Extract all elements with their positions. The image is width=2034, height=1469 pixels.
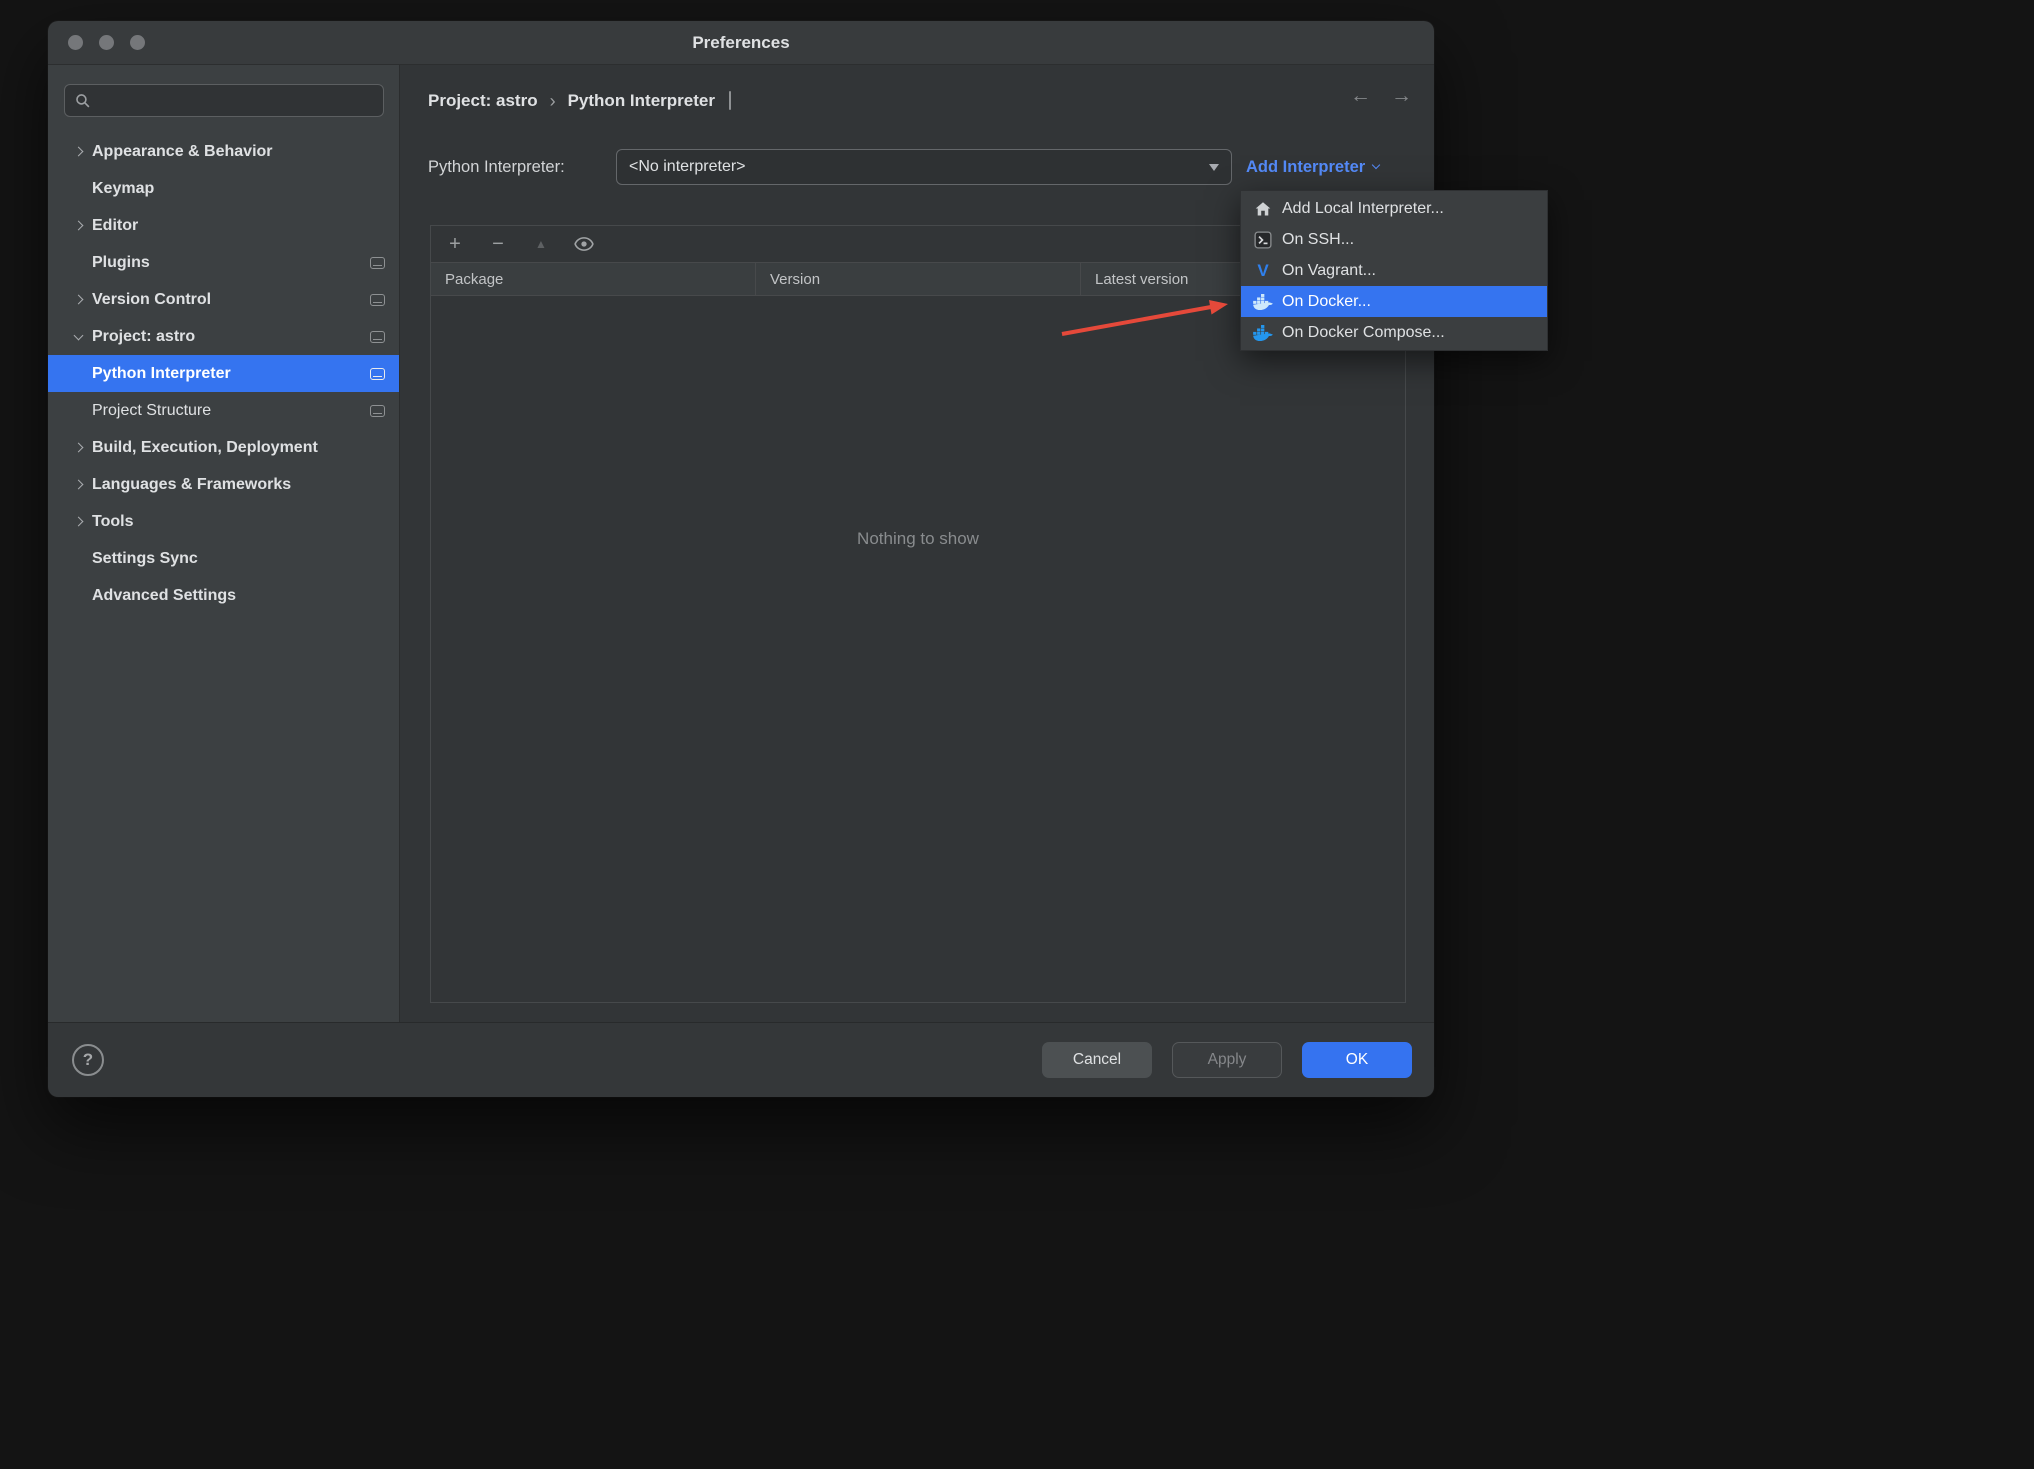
chevron-right-icon[interactable] xyxy=(70,220,86,231)
sidebar-item-version-control[interactable]: Version Control xyxy=(48,281,399,318)
show-early-releases-button[interactable] xyxy=(574,236,594,252)
interpreter-label: Python Interpreter: xyxy=(428,157,565,176)
chevron-right-icon[interactable] xyxy=(70,294,86,305)
sidebar-item-advanced-settings[interactable]: Advanced Settings xyxy=(48,577,399,614)
docker-icon xyxy=(1253,293,1273,310)
add-interpreter-menu: Add Local Interpreter... On SSH... V On … xyxy=(1240,190,1548,351)
sidebar-item-settings-sync[interactable]: Settings Sync xyxy=(48,540,399,577)
interpreter-select[interactable]: <No interpreter> xyxy=(616,149,1232,185)
desktop: Preferences Appearance & Behavior Keymap… xyxy=(0,0,2034,1469)
per-project-icon xyxy=(370,293,385,306)
sidebar-item-languages-frameworks[interactable]: Languages & Frameworks xyxy=(48,466,399,503)
remove-package-button[interactable]: − xyxy=(488,234,508,254)
apply-button[interactable]: Apply xyxy=(1172,1042,1282,1078)
breadcrumb-project[interactable]: Project: astro xyxy=(428,91,538,111)
sidebar-item-project-astro[interactable]: Project: astro xyxy=(48,318,399,355)
close-button[interactable] xyxy=(68,35,83,50)
search-icon xyxy=(76,94,90,108)
add-interpreter-button[interactable]: Add Interpreter xyxy=(1246,158,1381,177)
zoom-button[interactable] xyxy=(130,35,145,50)
window-title: Preferences xyxy=(692,32,790,52)
docker-compose-icon xyxy=(1253,324,1273,341)
per-project-icon xyxy=(370,330,385,343)
vagrant-icon: V xyxy=(1257,260,1269,280)
per-project-icon xyxy=(728,91,731,110)
sidebar-item-build-execution-deployment[interactable]: Build, Execution, Deployment xyxy=(48,429,399,466)
window-controls xyxy=(68,21,145,64)
chevron-right-icon[interactable] xyxy=(70,479,86,490)
sidebar-item-keymap[interactable]: Keymap xyxy=(48,170,399,207)
sidebar-item-appearance-behavior[interactable]: Appearance & Behavior xyxy=(48,133,399,170)
cancel-button[interactable]: Cancel xyxy=(1042,1042,1152,1078)
breadcrumb: Project: astro › Python Interpreter xyxy=(428,87,731,115)
column-header-package[interactable]: Package xyxy=(431,263,755,295)
footer-bar: ? Cancel Apply OK xyxy=(48,1022,1434,1097)
eye-icon xyxy=(574,237,594,251)
sidebar-item-project-structure[interactable]: Project Structure xyxy=(48,392,399,429)
sidebar-item-python-interpreter[interactable]: Python Interpreter xyxy=(48,355,399,392)
menu-item-add-local-interpreter[interactable]: Add Local Interpreter... xyxy=(1241,193,1547,224)
sidebar-item-plugins[interactable]: Plugins xyxy=(48,244,399,281)
help-button[interactable]: ? xyxy=(72,1044,104,1076)
minimize-button[interactable] xyxy=(99,35,114,50)
dropdown-caret-icon xyxy=(1209,163,1219,171)
sidebar-item-tools[interactable]: Tools xyxy=(48,503,399,540)
menu-item-on-docker-compose[interactable]: On Docker Compose... xyxy=(1241,317,1547,348)
chevron-down-icon xyxy=(1371,160,1381,170)
home-icon xyxy=(1253,200,1273,218)
menu-item-on-docker[interactable]: On Docker... xyxy=(1241,286,1547,317)
back-arrow-icon[interactable]: ← xyxy=(1350,85,1371,106)
column-header-version[interactable]: Version xyxy=(755,263,1080,295)
per-project-icon xyxy=(370,404,385,417)
ok-button[interactable]: OK xyxy=(1302,1042,1412,1078)
titlebar: Preferences xyxy=(48,21,1434,65)
per-project-icon xyxy=(370,367,385,380)
history-nav: ← → xyxy=(1350,85,1412,106)
interpreter-row: Python Interpreter: <No interpreter> Add… xyxy=(428,149,1406,185)
sidebar-item-editor[interactable]: Editor xyxy=(48,207,399,244)
breadcrumb-page[interactable]: Python Interpreter xyxy=(568,91,715,111)
chevron-down-icon[interactable] xyxy=(70,330,86,340)
chevron-right-icon[interactable] xyxy=(70,516,86,527)
ssh-icon xyxy=(1253,230,1273,249)
forward-arrow-icon[interactable]: → xyxy=(1391,85,1412,106)
breadcrumb-separator-icon: › xyxy=(549,90,556,111)
add-package-button[interactable]: + xyxy=(445,234,465,254)
settings-search-field[interactable] xyxy=(64,84,384,117)
interpreter-value: <No interpreter> xyxy=(629,158,746,175)
empty-state-text: Nothing to show xyxy=(857,529,979,548)
search-input[interactable] xyxy=(96,92,374,109)
per-project-icon xyxy=(370,256,385,269)
chevron-right-icon[interactable] xyxy=(70,146,86,157)
settings-tree: Appearance & Behavior Keymap Editor Plug… xyxy=(48,133,399,614)
upgrade-package-button[interactable]: ▲ xyxy=(531,238,551,250)
preferences-window: Preferences Appearance & Behavior Keymap… xyxy=(48,21,1548,1097)
menu-item-on-ssh[interactable]: On SSH... xyxy=(1241,224,1547,255)
chevron-right-icon[interactable] xyxy=(70,442,86,453)
settings-sidebar: Appearance & Behavior Keymap Editor Plug… xyxy=(48,65,400,1022)
menu-item-on-vagrant[interactable]: V On Vagrant... xyxy=(1241,255,1547,286)
